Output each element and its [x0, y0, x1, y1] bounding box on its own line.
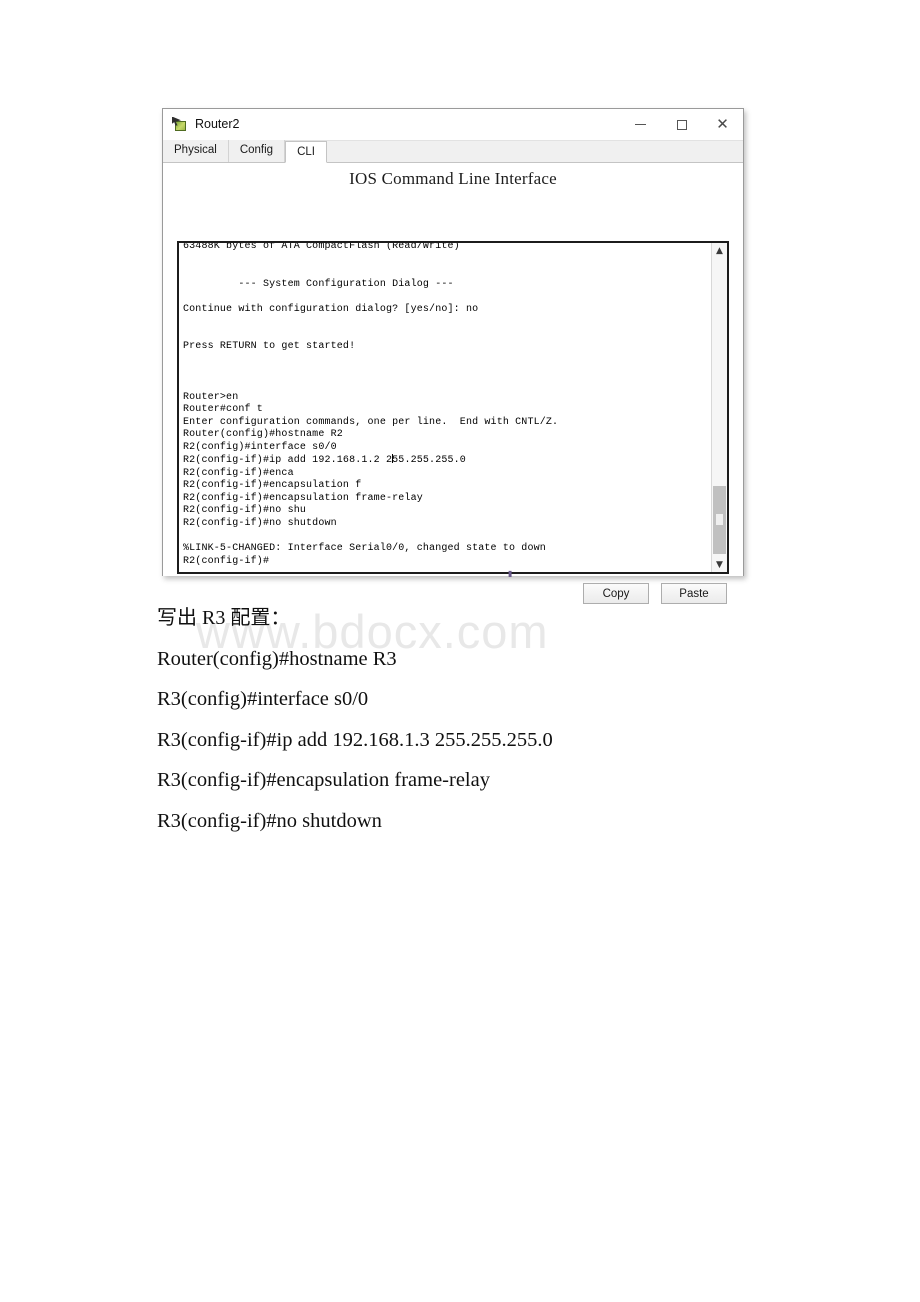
- doc-line-1: Router(config)#hostname R3: [157, 647, 397, 670]
- terminal-scrollbar[interactable]: ▲ ▼: [711, 243, 727, 572]
- scroll-up-icon[interactable]: ▲: [712, 243, 727, 258]
- doc-line-4: R3(config-if)#encapsulation frame-relay: [157, 769, 490, 791]
- packet-tracer-device-window: Router2 ✕ Physical Config CLI IOS Comman…: [162, 108, 744, 604]
- copy-button[interactable]: Copy: [583, 583, 649, 604]
- scrollbar-thumb[interactable]: [713, 486, 726, 554]
- cli-terminal-output[interactable]: 63488K bytes of ATA CompactFlash (Read/W…: [179, 243, 711, 572]
- device-tabs: Physical Config CLI: [163, 140, 743, 163]
- cli-action-buttons: Copy Paste: [583, 583, 727, 604]
- maximize-icon: [676, 119, 687, 130]
- document-page: www.bdocx.com Router2 ✕ Physical Config …: [0, 0, 920, 1302]
- minimize-icon: [635, 124, 646, 125]
- doc-line-3: R3(config-if)#ip add 192.168.1.3 255.255…: [157, 728, 553, 751]
- window-controls: ✕: [620, 109, 743, 140]
- packet-tracer-router-icon: [172, 116, 188, 133]
- cli-tab-content: IOS Command Line Interface 63488K bytes …: [163, 163, 743, 604]
- maximize-button[interactable]: [661, 109, 702, 140]
- close-icon: ✕: [716, 115, 729, 133]
- tab-physical[interactable]: Physical: [163, 140, 229, 162]
- doc-line-2: R3(config)#interface s0/0: [157, 688, 369, 710]
- terminal-text-after-cursor: 55.255.255.0 R2(config-if)#enca R2(confi…: [183, 455, 546, 567]
- tab-cli[interactable]: CLI: [285, 141, 327, 163]
- window-titlebar: Router2 ✕: [163, 109, 743, 141]
- scroll-down-icon[interactable]: ▼: [712, 557, 727, 572]
- paste-button[interactable]: Paste: [661, 583, 727, 604]
- document-body: 写出 R3 配置： Router(config)#hostname R3 R3(…: [157, 598, 797, 841]
- tab-config[interactable]: Config: [228, 140, 286, 162]
- cli-heading: IOS Command Line Interface: [349, 169, 557, 188]
- terminal-text-before-cursor: 63488K bytes of ATA CompactFlash (Read/W…: [183, 243, 559, 467]
- close-button[interactable]: ✕: [702, 109, 743, 140]
- doc-line-5: R3(config-if)#no shutdown: [157, 809, 382, 832]
- minimize-button[interactable]: [620, 109, 661, 140]
- scrollbar-thumb-grip: [716, 514, 723, 525]
- window-title: Router2: [195, 117, 240, 132]
- cli-terminal[interactable]: 63488K bytes of ATA CompactFlash (Read/W…: [177, 241, 729, 574]
- window-bottom-marker: ▮: [508, 569, 513, 578]
- doc-line-heading: 写出 R3 配置：: [157, 607, 291, 629]
